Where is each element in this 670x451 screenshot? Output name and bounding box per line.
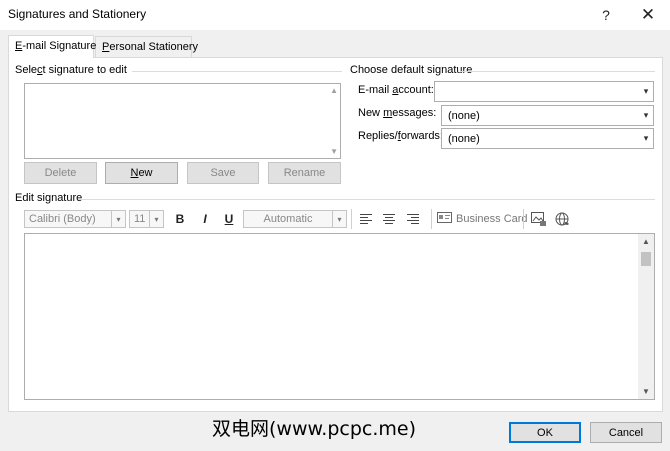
chevron-down-icon: ▾ xyxy=(111,211,125,227)
insert-picture-icon[interactable] xyxy=(530,210,548,228)
new-messages-select[interactable]: (none) ▾ xyxy=(441,105,654,126)
toolbar-separator xyxy=(431,209,432,229)
section-divider xyxy=(78,199,655,200)
hyperlink-icon[interactable] xyxy=(554,210,572,228)
scroll-up-icon[interactable]: ▲ xyxy=(642,237,652,246)
edit-signature-label: Edit signature xyxy=(15,192,83,204)
align-right-icon[interactable] xyxy=(404,210,422,228)
save-button[interactable]: Save xyxy=(187,162,259,184)
scroll-up-icon[interactable]: ▲ xyxy=(330,86,338,95)
font-name-select[interactable]: Calibri (Body) ▾ xyxy=(24,210,126,228)
editor-scrollbar[interactable]: ▲ ▼ xyxy=(638,234,654,399)
scroll-down-icon[interactable]: ▼ xyxy=(330,147,338,156)
delete-button[interactable]: Delete xyxy=(24,162,97,184)
chevron-down-icon: ▾ xyxy=(332,211,346,227)
email-account-label: E-mail account: xyxy=(358,84,434,96)
cancel-button[interactable]: Cancel xyxy=(590,422,662,443)
business-card-button[interactable]: Business Card xyxy=(437,210,528,228)
scroll-down-icon[interactable]: ▼ xyxy=(642,387,652,396)
business-card-icon xyxy=(437,212,452,226)
replies-forwards-label: Replies/forwards: xyxy=(358,130,443,142)
signature-editor[interactable]: ▲ ▼ xyxy=(24,233,655,400)
tab-label: -mail Signature xyxy=(22,40,97,52)
replies-forwards-select[interactable]: (none) ▾ xyxy=(441,128,654,149)
ok-button[interactable]: OK xyxy=(509,422,581,443)
chevron-down-icon: ▾ xyxy=(638,106,653,125)
font-size-select[interactable]: 11 ▾ xyxy=(129,210,164,228)
section-divider xyxy=(132,71,342,72)
tab-personal-stationery[interactable]: Personal Stationery xyxy=(95,36,198,57)
chevron-down-icon: ▾ xyxy=(149,211,163,227)
toolbar-separator xyxy=(523,209,524,229)
align-left-icon[interactable] xyxy=(357,210,375,228)
rename-button[interactable]: Rename xyxy=(268,162,341,184)
select-signature-label: Select signature to edit xyxy=(15,64,127,76)
font-color-select[interactable]: Automatic ▾ xyxy=(243,210,347,228)
scroll-thumb[interactable] xyxy=(641,252,651,266)
tab-label: ersonal Stationery xyxy=(109,41,199,53)
chevron-down-icon: ▾ xyxy=(638,129,653,148)
section-divider xyxy=(460,71,655,72)
tab-email-signature[interactable]: E-mail Signature xyxy=(8,35,97,58)
business-card-label: Business Card xyxy=(456,213,528,225)
window-title: Signatures and Stationery xyxy=(8,7,147,21)
email-account-select[interactable]: ▾ xyxy=(434,81,654,102)
new-messages-label: New messages: xyxy=(358,107,437,119)
close-button[interactable]: ✕ xyxy=(633,2,663,28)
italic-button[interactable]: I xyxy=(196,210,214,228)
help-button[interactable]: ? xyxy=(591,2,621,28)
toolbar-separator xyxy=(351,209,352,229)
align-center-icon[interactable] xyxy=(380,210,398,228)
bold-button[interactable]: B xyxy=(171,210,189,228)
signature-list[interactable]: ▲ ▼ xyxy=(24,83,341,159)
watermark-text: 双电网(www.pcpc.me) xyxy=(212,418,416,440)
new-button[interactable]: New xyxy=(105,162,178,184)
default-signature-label: Choose default signature xyxy=(350,64,473,76)
chevron-down-icon: ▾ xyxy=(638,82,653,101)
underline-button[interactable]: U xyxy=(220,210,238,228)
